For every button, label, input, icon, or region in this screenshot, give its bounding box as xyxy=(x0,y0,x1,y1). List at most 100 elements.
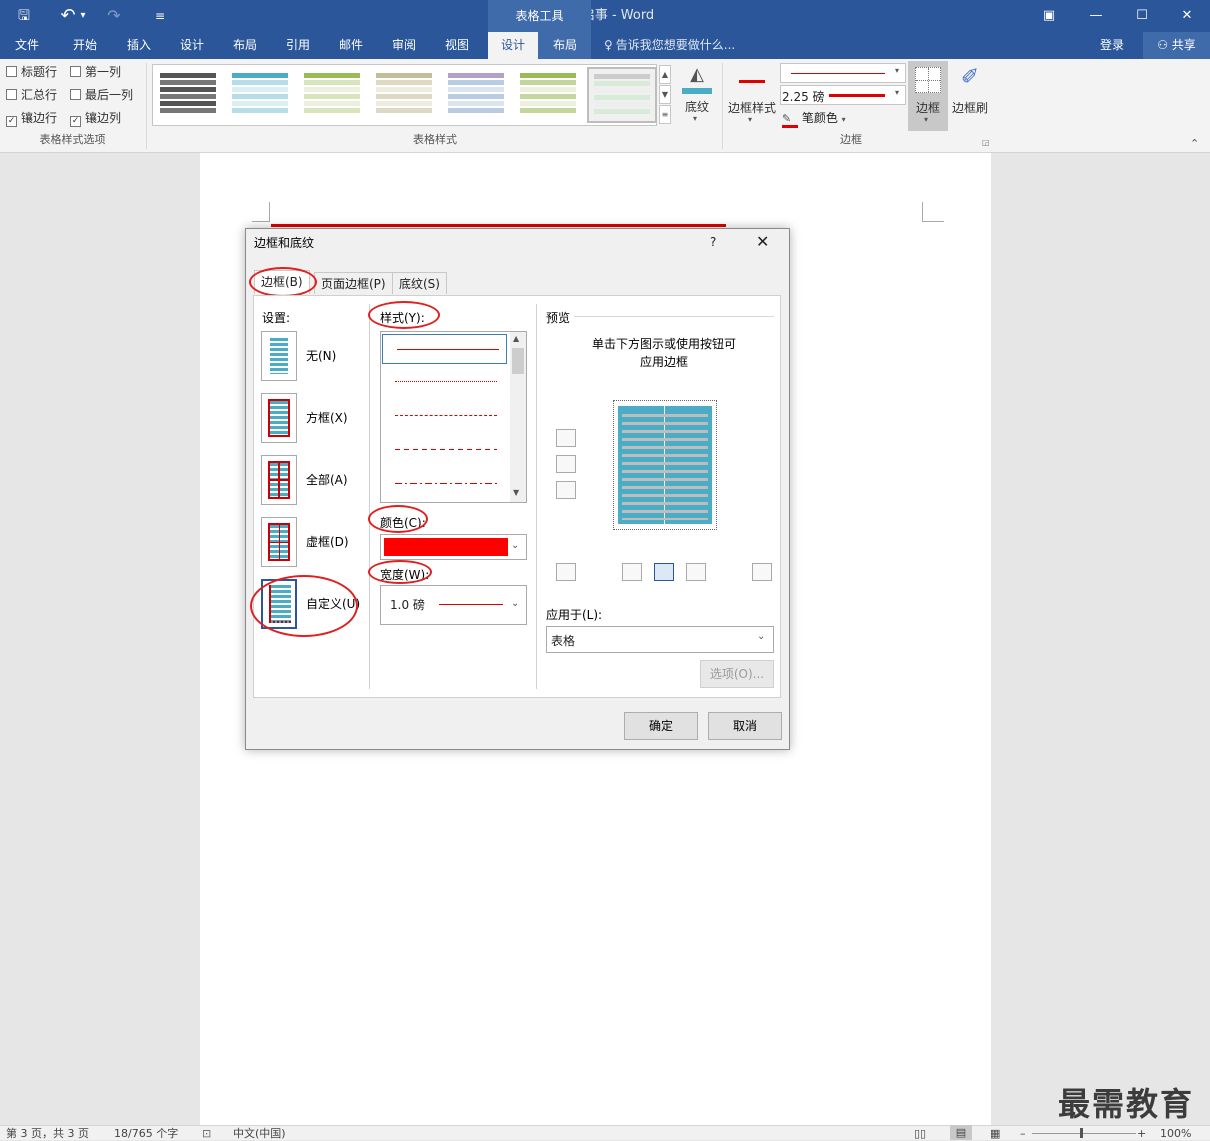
width-dropdown[interactable]: 1.0 磅 ⌄ xyxy=(380,585,527,625)
language-indicator[interactable]: 中文(中国) xyxy=(233,1126,286,1141)
tab-page-border[interactable]: 页面边框(P) xyxy=(314,272,393,294)
style-option-dashed[interactable] xyxy=(395,449,497,450)
tab-insert[interactable]: 插入 xyxy=(112,32,166,59)
login-link[interactable]: 登录 xyxy=(1100,32,1124,59)
table-style-thumb-4[interactable] xyxy=(376,73,432,117)
tab-design[interactable]: 设计 xyxy=(165,32,219,59)
inside-horizontal-border-toggle-icon[interactable] xyxy=(556,455,576,473)
table-style-thumb-1[interactable] xyxy=(160,73,216,117)
tab-view[interactable]: 视图 xyxy=(430,32,484,59)
collapse-ribbon-icon[interactable]: ⌃ xyxy=(1190,137,1199,150)
bottom-border-toggle-icon[interactable] xyxy=(556,481,576,499)
proofing-icon[interactable]: ⊡ xyxy=(202,1126,211,1141)
pen-weight-line xyxy=(829,94,885,97)
help-button[interactable]: ? xyxy=(710,235,716,249)
shading-button[interactable]: ◭ 底纹 ▾ xyxy=(678,62,716,128)
last-column-checkbox[interactable]: 最后一列 xyxy=(70,86,133,104)
style-option-dashed-small[interactable] xyxy=(395,415,497,416)
setting-box-button[interactable] xyxy=(261,393,297,443)
zoom-in-icon[interactable]: + xyxy=(1137,1126,1146,1141)
minimize-button[interactable]: — xyxy=(1073,0,1119,32)
top-border-toggle-icon[interactable] xyxy=(556,429,576,447)
zoom-out-icon[interactable]: – xyxy=(1020,1126,1026,1141)
ok-button[interactable]: 确定 xyxy=(624,712,698,740)
paint-bucket-icon: ◭ xyxy=(690,64,704,85)
style-option-solid[interactable] xyxy=(382,334,507,364)
style-list-scrollbar[interactable]: ▲ ▼ xyxy=(510,332,526,502)
tab-table-design[interactable]: 设计 xyxy=(488,32,538,59)
first-column-checkbox[interactable]: 第一列 xyxy=(70,63,121,81)
table-style-thumb-2[interactable] xyxy=(232,73,288,117)
tell-me-box[interactable]: ♀ 告诉我您想要做什么... xyxy=(604,32,735,59)
style-option-dash-dot[interactable] xyxy=(395,483,497,484)
cancel-button[interactable]: 取消 xyxy=(708,712,782,740)
right-border-toggle-icon[interactable] xyxy=(686,563,706,581)
chevron-down-icon: ⌄ xyxy=(511,598,520,609)
maximize-button[interactable]: ☐ xyxy=(1119,0,1165,32)
tab-home[interactable]: 开始 xyxy=(58,32,112,59)
print-layout-icon[interactable]: ▤ xyxy=(950,1125,972,1140)
left-border-toggle-icon[interactable] xyxy=(622,563,642,581)
close-dialog-button[interactable]: ✕ xyxy=(756,232,769,251)
setting-all-button[interactable] xyxy=(261,455,297,505)
setting-all-label[interactable]: 全部(A) xyxy=(306,471,348,488)
pen-color-button[interactable]: ✎ 笔颜色 ▾ xyxy=(782,109,846,128)
borders-shading-dialog: 边框和底纹 ? ✕ 边框(B) 页面边框(P) 底纹(S) 设置: 无(N) 方… xyxy=(245,228,790,750)
diagonal-down-border-toggle-icon[interactable] xyxy=(752,563,772,581)
dialog-launcher-icon[interactable]: ◲ xyxy=(982,138,990,147)
border-painter-button[interactable]: ✐ 边框刷 xyxy=(950,62,990,128)
pen-style-dropdown[interactable]: ▾ xyxy=(780,63,906,83)
tab-references[interactable]: 引用 xyxy=(271,32,325,59)
options-button[interactable]: 选项(O)... xyxy=(700,660,774,688)
zoom-slider-track[interactable] xyxy=(1032,1133,1136,1134)
word-count[interactable]: 18/765 个字 xyxy=(114,1126,178,1141)
ribbon-display-options-icon[interactable]: ▣ xyxy=(1026,0,1072,32)
table-style-thumb-3[interactable] xyxy=(304,73,360,117)
share-button[interactable]: ⚇ 共享 xyxy=(1143,32,1210,59)
dialog-title: 边框和底纹 xyxy=(254,236,315,250)
color-dropdown[interactable]: ⌄ xyxy=(380,534,527,560)
page-count[interactable]: 第 3 页，共 3 页 xyxy=(6,1126,89,1141)
banded-columns-checkbox[interactable]: ✓ 镶边列 xyxy=(70,109,121,127)
border-styles-button[interactable]: 边框样式 ▾ xyxy=(726,62,778,128)
gallery-more-button[interactable]: ≡ xyxy=(659,105,671,124)
setting-none-button[interactable] xyxy=(261,331,297,381)
chevron-up-icon[interactable]: ▲ xyxy=(513,334,519,343)
read-mode-icon[interactable]: ▯▯ xyxy=(914,1126,926,1141)
preview-hint-line-2: 应用边框 xyxy=(639,355,688,369)
setting-box-label[interactable]: 方框(X) xyxy=(306,409,348,426)
zoom-slider-thumb[interactable] xyxy=(1080,1128,1083,1138)
tab-layout[interactable]: 布局 xyxy=(218,32,272,59)
setting-grid-button[interactable] xyxy=(261,517,297,567)
style-list[interactable]: ▲ ▼ xyxy=(380,331,527,503)
highlight-oval xyxy=(368,301,440,329)
banded-rows-checkbox[interactable]: ✓ 镶边行 xyxy=(6,109,57,127)
style-option-dotted[interactable] xyxy=(395,381,497,382)
pen-weight-dropdown[interactable]: 2.25 磅 ▾ xyxy=(780,85,906,105)
apply-to-dropdown[interactable]: 表格 ⌄ xyxy=(546,626,774,653)
tab-table-layout[interactable]: 布局 xyxy=(540,32,590,59)
checkbox-label: 标题行 xyxy=(21,65,58,79)
table-style-thumb-5[interactable] xyxy=(448,73,504,117)
tab-review[interactable]: 审阅 xyxy=(377,32,431,59)
close-window-button[interactable]: ✕ xyxy=(1164,0,1210,32)
tab-shading[interactable]: 底纹(S) xyxy=(392,272,447,294)
header-row-checkbox[interactable]: 标题行 xyxy=(6,63,57,81)
chevron-down-icon[interactable]: ▼ xyxy=(513,488,519,497)
table-tools-context-title: 表格工具 xyxy=(488,0,591,32)
table-style-thumb-6[interactable] xyxy=(520,73,576,117)
setting-grid-label[interactable]: 虚框(D) xyxy=(306,533,349,550)
zoom-level[interactable]: 100% xyxy=(1160,1126,1191,1141)
total-row-checkbox[interactable]: 汇总行 xyxy=(6,86,57,104)
diagonal-up-border-toggle-icon[interactable] xyxy=(556,563,576,581)
scrollbar-thumb[interactable] xyxy=(512,348,524,374)
table-style-thumb-selected[interactable] xyxy=(587,67,657,123)
setting-none-label[interactable]: 无(N) xyxy=(306,347,336,364)
gallery-up-button[interactable]: ▲ xyxy=(659,65,671,84)
tab-mailings[interactable]: 邮件 xyxy=(324,32,378,59)
borders-button[interactable]: 边框 ▾ xyxy=(908,61,948,131)
web-layout-icon[interactable]: ▦ xyxy=(990,1126,1000,1141)
gallery-down-button[interactable]: ▼ xyxy=(659,85,671,104)
inside-vertical-border-toggle-icon[interactable] xyxy=(654,563,674,581)
tab-file[interactable]: 文件 xyxy=(0,32,54,59)
